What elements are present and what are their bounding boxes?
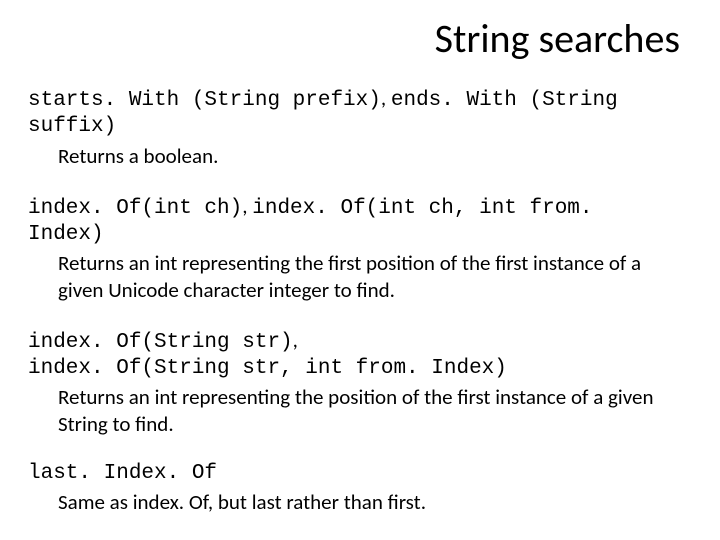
section-lastindexof: last. Index. Of Same as index. Of, but l… — [28, 461, 680, 516]
slide: String searches starts. With (String pre… — [0, 0, 720, 540]
page-title: String searches — [28, 14, 680, 63]
method-signature: index. Of(int ch), index. Of(int ch, int… — [28, 193, 680, 249]
sig-part: index. Of(int ch) — [28, 197, 242, 220]
method-signature: starts. With (String prefix), ends. With… — [28, 85, 680, 141]
method-signature: index. Of(String str), index. Of(String s… — [28, 327, 680, 383]
method-description: Returns an int representing the position… — [58, 384, 680, 437]
method-description: Returns an int representing the first po… — [58, 250, 680, 303]
sig-part: starts. With (String prefix) — [28, 89, 381, 112]
sig-part: last. Index. Of — [28, 462, 217, 485]
section-startswith: starts. With (String prefix), ends. With… — [28, 85, 680, 169]
sig-part: index. Of(String str, int from. Index) — [28, 357, 507, 380]
section-indexof-int: index. Of(int ch), index. Of(int ch, int… — [28, 193, 680, 303]
sig-comma: , — [381, 85, 391, 111]
method-description: Returns a boolean. — [58, 143, 680, 169]
method-description: Same as index. Of, but last rather than … — [58, 489, 680, 515]
sig-comma: , — [242, 193, 252, 219]
method-signature: last. Index. Of — [28, 461, 680, 487]
sig-part: index. Of(String str) — [28, 331, 293, 354]
sig-comma: , — [293, 327, 298, 353]
section-indexof-string: index. Of(String str), index. Of(String s… — [28, 327, 680, 437]
